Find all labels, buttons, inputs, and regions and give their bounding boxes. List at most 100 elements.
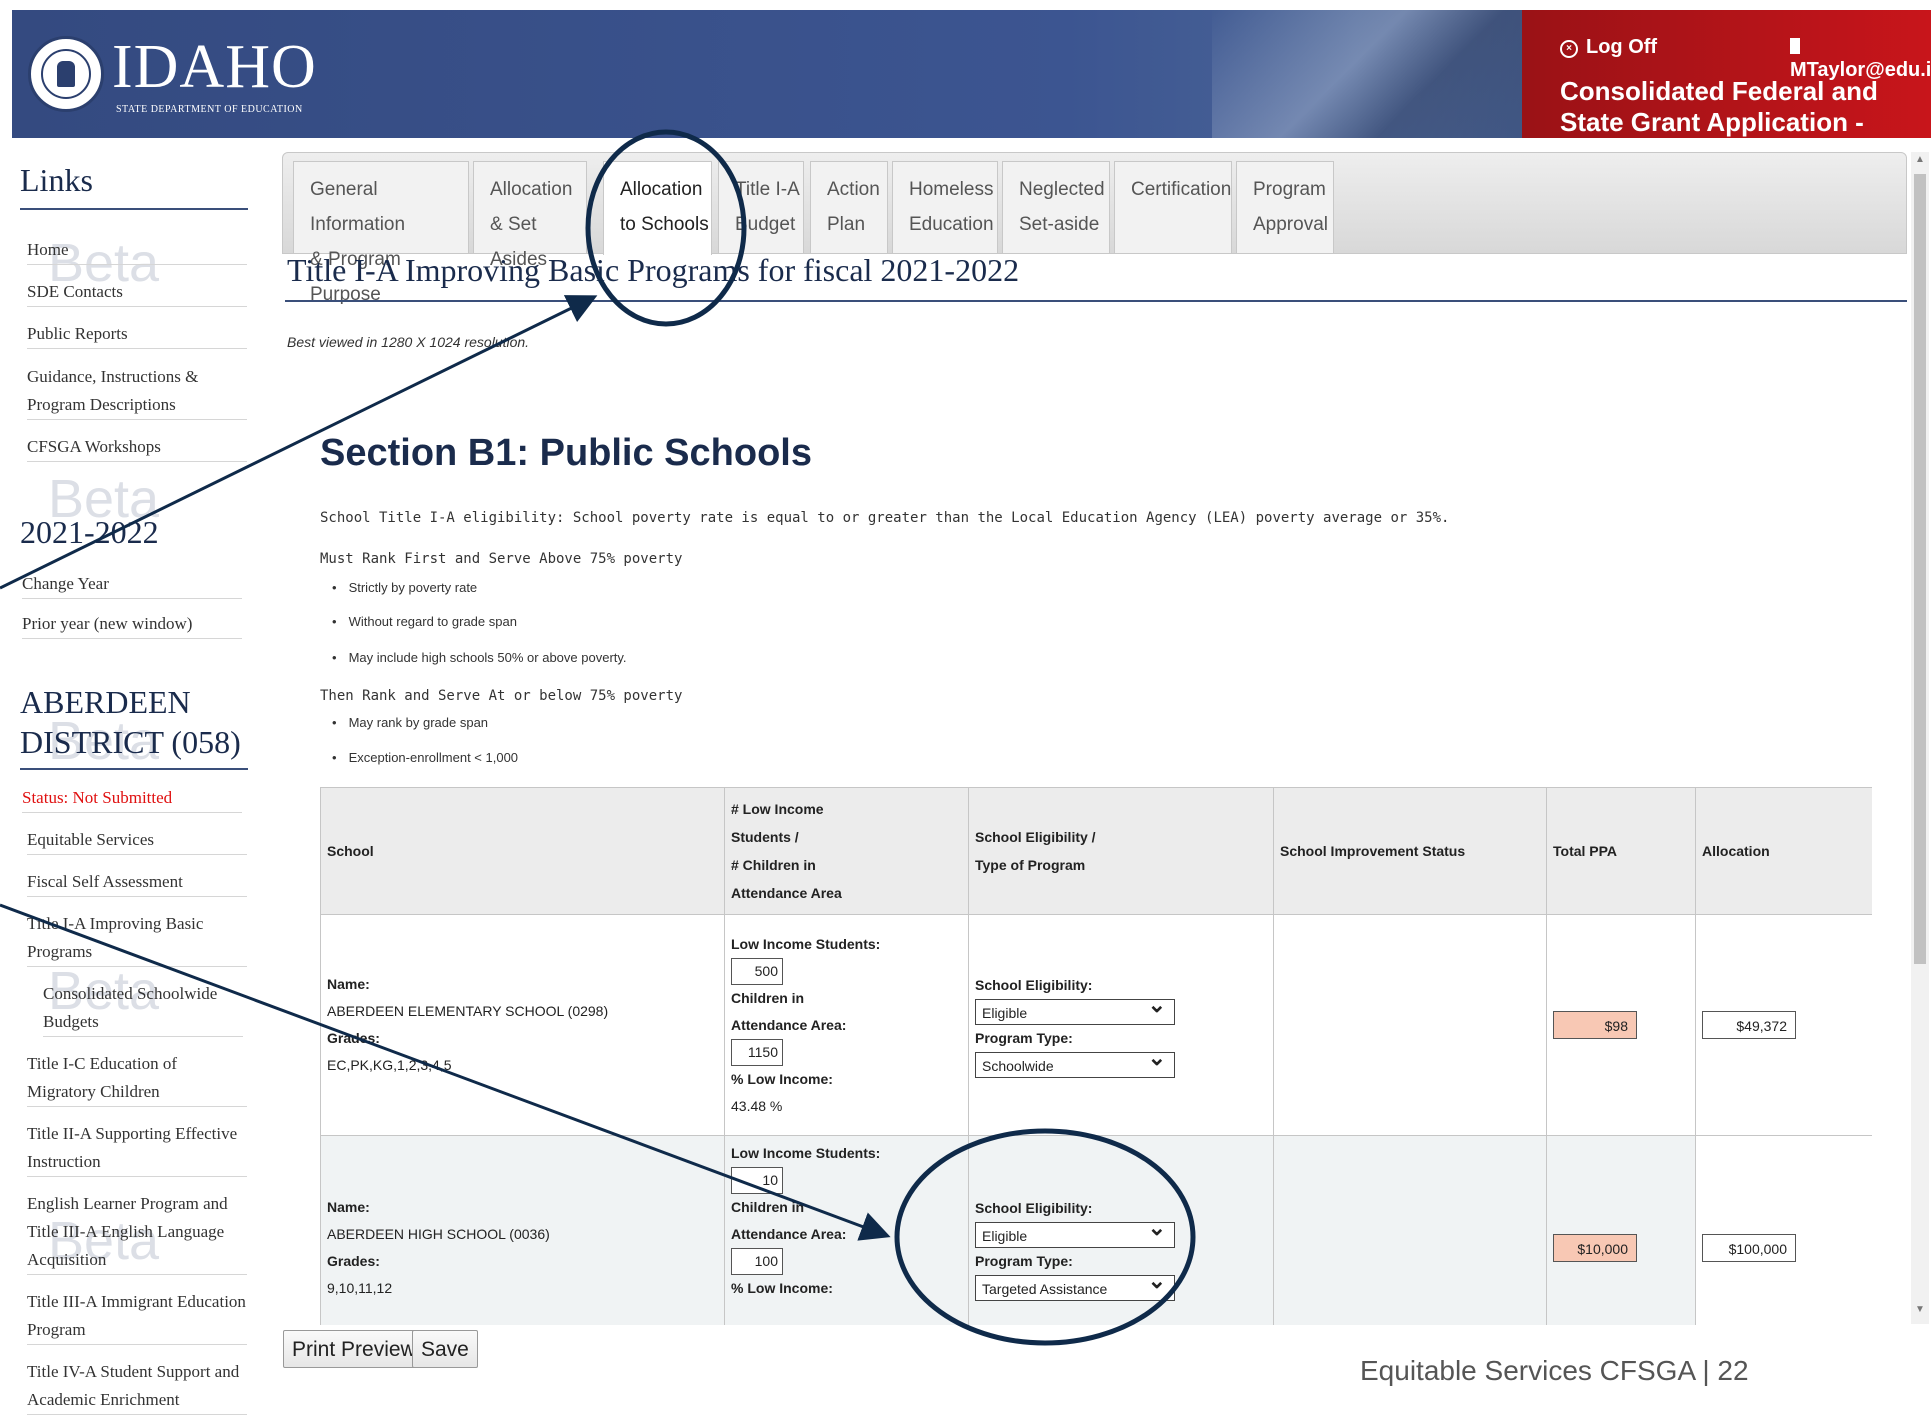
sidebar-link-home[interactable]: Home xyxy=(27,236,247,265)
header-text: Attendance Area xyxy=(731,885,842,901)
sidebar-link-schoolwide-budgets[interactable]: Consolidated Schoolwide Budgets xyxy=(43,980,243,1037)
schools-table: School # Low Income Students / # Children … xyxy=(320,787,1872,1325)
tab-homeless-education[interactable]: Homeless Education xyxy=(892,161,998,253)
eligibility-label: School Eligibility: xyxy=(975,1200,1093,1216)
section-heading: Section B1: Public Schools xyxy=(320,432,812,474)
header-text: School Eligibility / xyxy=(975,829,1096,845)
scroll-down-icon[interactable]: ▼ xyxy=(1915,1304,1925,1315)
sidebar-link-title-iva[interactable]: Title IV-A Student Support and Academic … xyxy=(27,1358,247,1415)
eligibility-label: School Eligibility: xyxy=(975,977,1093,993)
tab-program-approval[interactable]: Program Approval xyxy=(1236,161,1334,253)
tab-title-ia-budget[interactable]: Title I-A Budget xyxy=(718,161,804,253)
allocation-input[interactable]: $100,000 xyxy=(1702,1233,1796,1262)
tab-label: Title I-A xyxy=(735,179,800,200)
idaho-seal-icon xyxy=(28,36,104,112)
low-income-input[interactable]: 10 xyxy=(731,1167,783,1194)
program-type-select[interactable]: Targeted Assistance xyxy=(975,1268,1175,1301)
tab-label: Program xyxy=(1253,179,1326,200)
tab-label: Neglected xyxy=(1019,179,1105,200)
site-header: IDAHO STATE DEPARTMENT OF EDUCATION × Log… xyxy=(12,10,1931,138)
divider xyxy=(285,300,1907,302)
eligibility-cell: School Eligibility: Eligible Program Typ… xyxy=(968,914,1274,1136)
col-header-ppa: Total PPA xyxy=(1546,787,1696,915)
tab-action-plan[interactable]: Action Plan xyxy=(810,161,888,253)
table-row: Name: ABERDEEN HIGH SCHOOL (0036) Grades… xyxy=(320,1135,1872,1325)
children-input[interactable]: 1150 xyxy=(731,1038,783,1066)
col-header-school: School xyxy=(320,787,725,915)
school-cell: Name: ABERDEEN HIGH SCHOOL (0036) Grades… xyxy=(320,1135,725,1325)
program-type-label: Program Type: xyxy=(975,1253,1073,1269)
school-cell: Name: ABERDEEN ELEMENTARY SCHOOL (0298) … xyxy=(320,914,725,1136)
links-heading: Links xyxy=(20,162,93,198)
low-income-label: Low Income Students: xyxy=(731,935,881,952)
resolution-note: Best viewed in 1280 X 1024 resolution. xyxy=(287,334,530,350)
tab-label: Homeless xyxy=(909,179,994,200)
ppa-cell: $10,000 xyxy=(1546,1135,1696,1325)
sidebar-link-fiscal-self-assessment[interactable]: Fiscal Self Assessment xyxy=(27,868,247,897)
attendance-label: Attendance Area: xyxy=(731,1016,847,1033)
tab-label: Approval xyxy=(1253,214,1328,235)
col-header-low-income: # Low Income Students / # Children in Atten… xyxy=(724,787,969,915)
school-name: ABERDEEN ELEMENTARY SCHOOL (0298) xyxy=(327,1003,609,1019)
logoff-link[interactable]: × Log Off xyxy=(1560,36,1657,59)
ppa-cell: $98 xyxy=(1546,914,1696,1136)
table-header-row: School # Low Income Students / # Children … xyxy=(320,787,1872,915)
header-text: Type of Program xyxy=(975,857,1086,873)
allocation-cell: $100,000 xyxy=(1695,1135,1872,1325)
header-text: # Children in xyxy=(731,857,816,873)
sidebar-link-prior-year[interactable]: Prior year (new window) xyxy=(22,610,242,639)
low-income-cell: Low Income Students: 500 Children in Att… xyxy=(724,914,969,1136)
save-button[interactable]: Save xyxy=(412,1330,478,1368)
children-label: Children in xyxy=(731,1199,805,1215)
eligibility-select[interactable]: Eligible xyxy=(975,1215,1175,1248)
sidebar-link-title-ic[interactable]: Title I-C Education of Migratory Childre… xyxy=(27,1050,247,1107)
program-type-select[interactable]: Schoolwide xyxy=(975,1045,1175,1078)
sidebar-link-change-year[interactable]: Change Year xyxy=(22,570,242,599)
sidebar-link-equitable-services[interactable]: Equitable Services xyxy=(27,826,247,855)
tab-general-information[interactable]: General Information & Program Purpose xyxy=(293,161,469,305)
sidebar-link-title-iiia-immigrant[interactable]: Title III-A Immigrant Education Program xyxy=(27,1288,247,1345)
children-input[interactable]: 100 xyxy=(731,1248,783,1275)
bullet-item: Exception-enrollment < 1,000 xyxy=(332,750,518,765)
sidebar-link-sde-contacts[interactable]: SDE Contacts xyxy=(27,278,247,307)
slide-footer: Equitable Services CFSGA | 22 xyxy=(1360,1355,1749,1386)
tab-label: Education xyxy=(909,214,994,235)
tab-allocation-to-schools[interactable]: Allocation to Schools xyxy=(603,161,712,255)
divider xyxy=(20,208,248,210)
sidebar-link-title-iia[interactable]: Title II-A Supporting Effective Instruct… xyxy=(27,1120,247,1177)
year-heading: 2021-2022 xyxy=(20,514,159,550)
low-income-cell: Low Income Students: 10 Children in Atte… xyxy=(724,1135,969,1325)
page-title: Title I-A Improving Basic Programs for f… xyxy=(287,252,1020,288)
tab-neglected-set-aside[interactable]: Neglected Set-aside xyxy=(1002,161,1110,253)
tab-label: Allocation xyxy=(490,179,573,200)
allocation-input[interactable]: $49,372 xyxy=(1702,1010,1796,1039)
tab-label: Budget xyxy=(735,214,796,235)
tab-allocation-set-asides[interactable]: Allocation & Set Asides xyxy=(473,161,587,270)
school-grades: 9,10,11,12 xyxy=(327,1280,393,1296)
logo-text: IDAHO xyxy=(112,33,317,101)
low-income-label: Low Income Students: xyxy=(731,1145,881,1161)
sidebar-link-cfsga-workshops[interactable]: CFSGA Workshops xyxy=(27,433,247,462)
sidebar-link-title-ia[interactable]: Title I-A Improving Basic Programs xyxy=(27,910,247,967)
eligibility-cell: School Eligibility: Eligible Program Typ… xyxy=(968,1135,1274,1325)
rank-then-text: Then Rank and Serve At or below 75% pove… xyxy=(320,688,683,704)
tab-certification[interactable]: Certification xyxy=(1114,161,1232,253)
scroll-up-icon[interactable]: ▲ xyxy=(1915,154,1925,165)
sidebar-link-guidance[interactable]: Guidance, Instructions & Program Descrip… xyxy=(27,363,247,420)
grades-label: Grades: xyxy=(327,1030,380,1046)
print-preview-button[interactable]: Print Preview xyxy=(283,1330,425,1368)
improvement-cell xyxy=(1273,1135,1547,1325)
scrollbar[interactable]: ▲ ▼ xyxy=(1911,152,1929,1324)
logo-subtitle: STATE DEPARTMENT OF EDUCATION xyxy=(116,104,303,115)
sidebar-link-public-reports[interactable]: Public Reports xyxy=(27,320,247,349)
eligibility-select[interactable]: Eligible xyxy=(975,992,1175,1025)
rank-first-text: Must Rank First and Serve Above 75% pove… xyxy=(320,551,683,567)
tab-label: General Information xyxy=(310,179,406,235)
user-icon xyxy=(1790,38,1800,54)
sidebar-link-english-learner[interactable]: English Learner Program and Title III-A … xyxy=(27,1190,247,1275)
col-header-eligibility: School Eligibility / Type of Program xyxy=(968,787,1274,915)
low-income-input[interactable]: 500 xyxy=(731,957,783,985)
bullet-item: Strictly by poverty rate xyxy=(332,580,478,595)
scrollbar-thumb[interactable] xyxy=(1914,174,1926,964)
bullet-item: Without regard to grade span xyxy=(332,614,517,629)
